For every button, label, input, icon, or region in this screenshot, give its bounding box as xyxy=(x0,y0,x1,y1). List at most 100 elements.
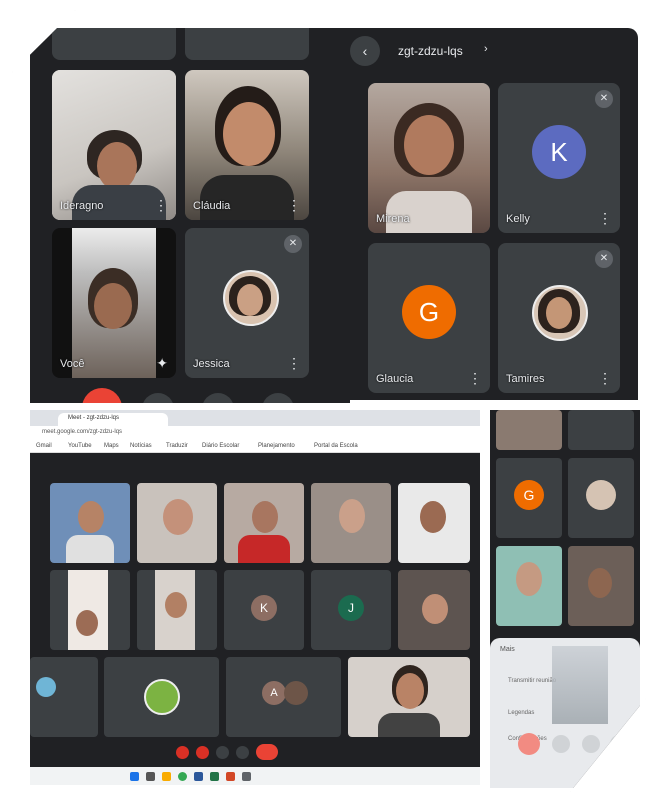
word-icon[interactable] xyxy=(194,772,203,781)
bookmark-item[interactable]: Notícias xyxy=(130,443,152,449)
participant-tile[interactable]: Mirena xyxy=(368,83,490,233)
participant-tile[interactable] xyxy=(50,570,130,650)
participant-name: Kelly xyxy=(506,213,530,225)
participant-body xyxy=(200,175,294,220)
more-options-icon[interactable]: ⋮ xyxy=(287,198,301,212)
meet-grid-panel-b: ‹ zgt-zdzu-lqs › Mirena ✕ K Kelly ⋮ G Gl… xyxy=(342,28,638,400)
phone-panel-d: G Mais Transmitir reunião Legendas Confi… xyxy=(490,410,640,788)
participant-tile[interactable] xyxy=(398,570,470,650)
more-button[interactable] xyxy=(610,735,628,753)
participant-tile[interactable] xyxy=(30,657,98,737)
more-options-icon[interactable]: ⋮ xyxy=(287,356,301,370)
participant-face xyxy=(76,610,98,636)
chrome-icon[interactable] xyxy=(178,772,187,781)
powerpoint-icon[interactable] xyxy=(226,772,235,781)
bookmark-item[interactable]: Portal da Escola xyxy=(314,443,358,449)
bookmark-item[interactable]: YouTube xyxy=(68,443,92,449)
more-options-icon[interactable]: ⋮ xyxy=(598,211,612,225)
windows-start-icon[interactable] xyxy=(130,772,139,781)
app-icon[interactable] xyxy=(242,772,251,781)
present-button[interactable] xyxy=(236,746,249,759)
participant-face xyxy=(94,283,132,329)
bookmark-item[interactable]: Diário Escolar xyxy=(202,443,239,449)
participant-name: Glaucia xyxy=(376,373,414,385)
participant-tile[interactable] xyxy=(137,570,217,650)
browser-tab[interactable]: Meet - zgt-zdzu-lqs xyxy=(58,413,168,426)
address-bar[interactable]: meet.google.com/zgt-zdzu-lqs xyxy=(42,429,122,435)
participant-tile[interactable] xyxy=(398,483,470,563)
avatar-initial: K xyxy=(532,125,586,179)
participant-tile[interactable] xyxy=(104,657,219,737)
participant-tile[interactable] xyxy=(137,483,217,563)
participant-tile[interactable] xyxy=(50,483,130,563)
captions-button[interactable] xyxy=(216,746,229,759)
sparkle-effects-icon[interactable]: ✦ xyxy=(156,356,168,370)
participant-tile[interactable]: Ideragno ⋮ xyxy=(52,70,176,220)
participant-tile[interactable]: ✕ Tamires ⋮ xyxy=(498,243,620,393)
camera-button[interactable] xyxy=(196,746,209,759)
bookmark-item[interactable]: Traduzir xyxy=(166,443,188,449)
participant-tile[interactable]: K xyxy=(224,570,304,650)
participant-tile[interactable] xyxy=(224,483,304,563)
participant-tile[interactable]: G xyxy=(496,458,562,538)
participant-tile[interactable] xyxy=(348,657,470,737)
participant-face xyxy=(97,142,137,190)
participant-face xyxy=(163,499,193,535)
desktop-browser-panel: Meet - zgt-zdzu-lqs meet.google.com/zgt-… xyxy=(30,410,480,785)
sheet-item[interactable]: Transmitir reunião xyxy=(508,678,556,684)
participant-tile[interactable] xyxy=(496,546,562,626)
participant-tile[interactable] xyxy=(568,410,634,450)
more-options-icon[interactable]: ⋮ xyxy=(598,371,612,385)
back-button[interactable]: ‹ xyxy=(350,36,380,66)
participant-name: Cláudia xyxy=(193,200,231,212)
participant-face xyxy=(516,562,542,596)
avatar-initial: G xyxy=(402,285,456,339)
more-options-icon[interactable]: ⋮ xyxy=(154,198,168,212)
participant-face xyxy=(252,501,278,533)
participant-face xyxy=(404,115,454,175)
bookmark-item[interactable]: Gmail xyxy=(36,443,52,449)
participant-body xyxy=(378,713,440,737)
participant-tile[interactable]: ✕ Jessica ⋮ xyxy=(185,228,309,378)
end-call-button[interactable] xyxy=(256,744,278,760)
excel-icon[interactable] xyxy=(210,772,219,781)
end-call-button[interactable] xyxy=(82,388,122,403)
tab-title: Meet - zgt-zdzu-lqs xyxy=(68,415,120,421)
avatar-initial: J xyxy=(338,595,364,621)
participant-tile[interactable] xyxy=(568,458,634,538)
more-options-icon[interactable]: ⋮ xyxy=(468,371,482,385)
avatar-initial: G xyxy=(514,480,544,510)
sheet-item[interactable]: Legendas xyxy=(508,710,534,716)
address-bar-row: meet.google.com/zgt-zdzu-lqs xyxy=(30,426,480,440)
cropped-tile xyxy=(185,28,309,60)
participant-tile[interactable] xyxy=(496,410,562,450)
end-call-button[interactable] xyxy=(518,733,540,755)
participant-tile[interactable]: ✕ K Kelly ⋮ xyxy=(498,83,620,233)
folder-icon[interactable] xyxy=(162,772,171,781)
bookmark-item[interactable]: Maps xyxy=(104,443,119,449)
camera-button[interactable] xyxy=(202,393,234,403)
participant-tile[interactable]: J xyxy=(311,570,391,650)
meeting-code[interactable]: zgt-zdzu-lqs xyxy=(398,44,463,58)
mic-button[interactable] xyxy=(552,735,570,753)
participant-tile[interactable]: A xyxy=(226,657,341,737)
more-button[interactable] xyxy=(262,393,294,403)
participant-tile[interactable] xyxy=(311,483,391,563)
bookmark-item[interactable]: Planejamento xyxy=(258,443,295,449)
participant-tile[interactable] xyxy=(568,546,634,626)
participant-body xyxy=(386,191,472,233)
participant-face xyxy=(420,501,446,533)
chevron-right-icon[interactable]: › xyxy=(484,43,488,55)
self-view-tile[interactable]: Você ✦ xyxy=(52,228,176,378)
more-options-sheet: Mais Transmitir reunião Legendas Configu… xyxy=(490,638,640,788)
participant-name: Mirena xyxy=(376,213,410,225)
bookmarks-bar: Gmail YouTube Maps Notícias Traduzir Diá… xyxy=(30,440,480,453)
search-icon[interactable] xyxy=(146,772,155,781)
participant-body xyxy=(66,535,114,563)
camera-button[interactable] xyxy=(582,735,600,753)
participant-tile[interactable]: Cláudia ⋮ xyxy=(185,70,309,220)
profile-photo xyxy=(586,480,616,510)
participant-tile[interactable]: G Glaucia ⋮ xyxy=(368,243,490,393)
mic-button[interactable] xyxy=(176,746,189,759)
mic-button[interactable] xyxy=(142,393,174,403)
